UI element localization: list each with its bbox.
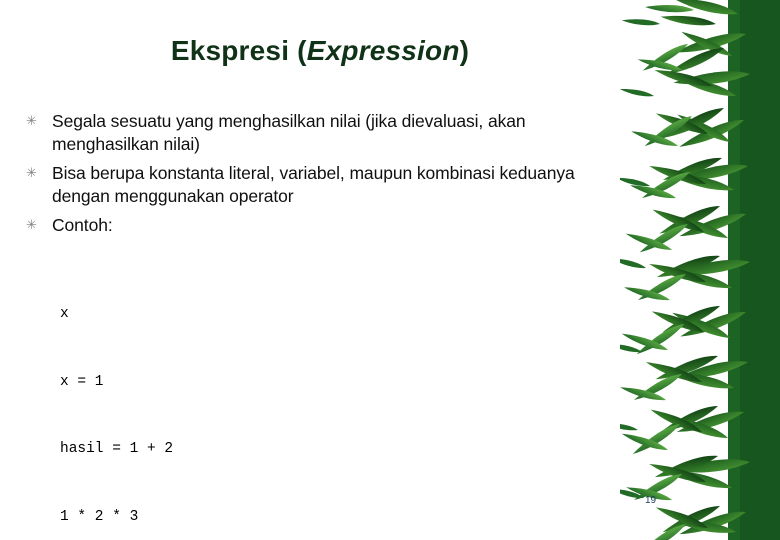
bamboo-leaves-decoration: [620, 0, 780, 540]
bullet-star-icon: ✳: [26, 165, 37, 181]
code-example-block: x x = 1 hasil = 1 + 2 1 * 2 * 3 x + y / …: [60, 258, 392, 540]
bullet-item: ✳ Contoh:: [26, 214, 616, 237]
code-line: 1 * 2 * 3: [60, 508, 139, 525]
title-text-main: Ekspresi (: [170, 35, 307, 66]
code-line: x: [60, 306, 69, 322]
title-text-italic: Expression: [306, 35, 460, 66]
slide-canvas: Ekspresi (Expression) ✳ Segala sesuatu y…: [0, 0, 780, 540]
slide-title: Ekspresi (Expression): [0, 35, 640, 67]
bullet-text: Segala sesuatu yang menghasilkan nilai (…: [52, 111, 526, 155]
code-line: x = 1: [60, 373, 104, 390]
bullet-star-icon: ✳: [26, 113, 37, 128]
bullet-item: ✳ Segala sesuatu yang menghasilkan nilai…: [26, 110, 616, 156]
page-number: 19: [645, 495, 657, 506]
bullet-item: ✳ Bisa berupa konstanta literal, variabe…: [26, 162, 616, 208]
code-line: hasil = 1 + 2: [60, 441, 174, 457]
bullet-text: Bisa berupa konstanta literal, variabel,…: [52, 163, 575, 207]
title-text-close: ): [459, 35, 470, 66]
bullet-star-icon: ✳: [26, 217, 37, 233]
bullet-text: Contoh:: [52, 215, 113, 236]
bullet-list: ✳ Segala sesuatu yang menghasilkan nilai…: [26, 110, 616, 243]
